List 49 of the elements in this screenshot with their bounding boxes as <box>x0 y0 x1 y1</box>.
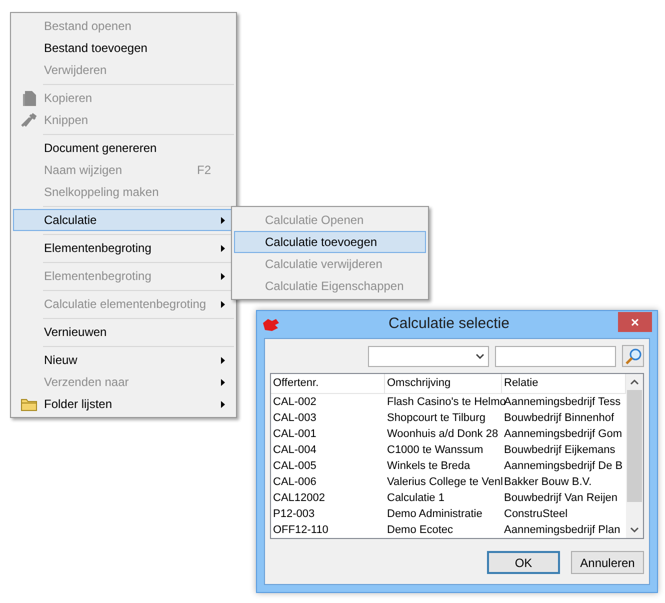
table-cell-text: Bakker Bouw B.V. <box>503 475 593 490</box>
scrollbar[interactable] <box>626 374 643 538</box>
menu-item[interactable]: Document genereren <box>13 137 234 159</box>
document-icon <box>22 90 36 106</box>
search-button[interactable] <box>622 345 644 367</box>
table-cell-text: CAL-005 <box>272 459 318 474</box>
column-header[interactable]: Omschrijving <box>385 374 502 393</box>
folder-icon <box>21 398 37 410</box>
close-button[interactable]: × <box>618 312 652 332</box>
table-cell-text: CAL-002 <box>272 395 318 410</box>
scissors-icon <box>21 113 37 127</box>
dialog-button[interactable]: Annuleren <box>571 551 644 574</box>
menu-item[interactable]: Folder lijsten <box>13 393 234 415</box>
menu-item[interactable]: Bestand toevoegen <box>13 37 234 59</box>
table-cell-text: Calculatie 1 <box>386 491 446 506</box>
dialog-title: Calculatie selectie <box>388 314 510 334</box>
chevron-down-icon <box>476 354 484 358</box>
table-cell-text: Woonhuis a/d Donk 28 <box>386 427 500 442</box>
table-cell-text: Winkels te Breda <box>386 459 472 474</box>
table-cell-text: P12-003 <box>272 507 316 522</box>
table-cell-text: Aannemingsbedrijf Plan <box>503 523 622 538</box>
table-cell-text: CAL-006 <box>272 475 318 490</box>
search-field[interactable] <box>495 346 616 366</box>
menu-item[interactable]: Calculatie toevoegen <box>234 231 426 253</box>
table-cell-text: CAL-004 <box>272 443 318 458</box>
table-cell-text: CAL12002 <box>272 491 326 506</box>
table-cell-text: OFF12-110 <box>272 523 330 538</box>
app-logo-icon <box>262 318 280 332</box>
dropdown-field[interactable] <box>368 346 489 366</box>
table-cell-text: CAL-001 <box>272 427 318 442</box>
column-header[interactable]: Offertenr. <box>271 374 385 393</box>
table-cell-text: Bouwbedrijf Binnenhof <box>503 411 616 426</box>
dialog-button[interactable]: OK <box>487 551 560 574</box>
table-cell-text: Valerius College te Venl <box>386 475 502 490</box>
table-cell-text: Aannemingsbedrijf De B <box>503 459 624 474</box>
menu-item[interactable]: Elementenbegroting <box>13 237 234 259</box>
menu-item[interactable]: Vernieuwen <box>13 321 234 343</box>
table-cell-text: ConstruSteel <box>503 507 569 522</box>
table-cell-text: C1000 te Wanssum <box>386 443 484 458</box>
magnifier-icon <box>624 348 642 364</box>
table-cell-text: Aannemingsbedrijf Gom <box>503 427 624 442</box>
table-cell-text: CAL-003 <box>272 411 318 426</box>
table-cell-text: Shopcourt te Tilburg <box>386 411 486 426</box>
table-cell-text: Demo Ecotec <box>386 523 454 538</box>
menu-item[interactable]: Nieuw <box>13 349 234 371</box>
table-cell-text: Demo Administratie <box>386 507 484 522</box>
table-cell-text: Bouwbedrijf Eijkemans <box>503 443 616 458</box>
table-cell-text: Bouwbedrijf Van Reijen <box>503 491 619 506</box>
menu-item[interactable]: Calculatie <box>13 209 234 231</box>
